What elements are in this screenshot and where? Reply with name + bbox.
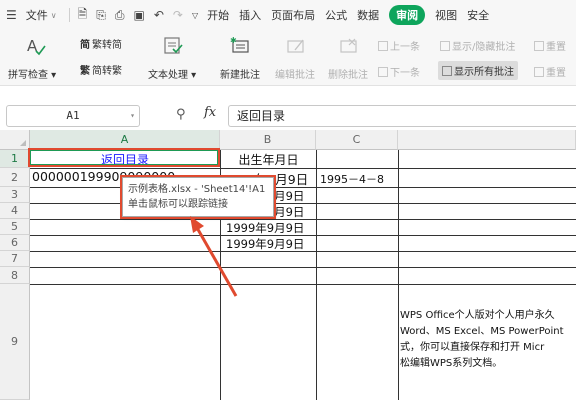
next-comment-label: 下一条 [390,68,420,79]
annotation-highlight-box [28,148,220,167]
cell-d9-line: 式，你可以直接保存和打开 Micr [400,342,545,353]
row-header-4[interactable]: 4 [0,203,30,219]
row-header-8[interactable]: 8 [0,267,30,284]
save-icon[interactable]: 🗎 [78,5,88,26]
column-header-a[interactable]: A [30,130,220,150]
text-process-label: 文本处理 [148,70,188,81]
zoom-search-icon[interactable]: ⚲ [176,107,186,122]
redo-icon[interactable]: ↷ [173,8,183,22]
cell-d9-line: WPS Office个人版对个人用户永久 [400,310,555,321]
file-menu-label: 文件 [25,9,48,22]
row-header-7[interactable]: 7 [0,251,30,267]
column-header-d[interactable] [398,130,576,150]
text-process-button[interactable]: 文本处理 ▾ [148,66,196,81]
tooltip-highlight-box [120,175,276,219]
export-icon[interactable]: ⎘ [96,8,106,23]
menu-bar: ☰ 文件 ∨ 🗎 ⎘ ⎙ ▣ ↶ ↷ ▽ 开始 插入 页面布局 公式 数据 审阅 … [0,0,576,30]
prev-comment-button[interactable]: 上一条 [378,38,420,53]
row-header-3[interactable]: 3 [0,187,30,203]
reset-button-1[interactable]: 重置 [534,38,566,53]
reset-icon [534,41,544,51]
text-process-icon[interactable] [162,36,184,56]
edit-comment-button[interactable]: 编辑批注 [275,66,315,81]
svg-text:✱: ✱ [230,36,237,45]
reset-button-2[interactable]: 重置 [534,64,566,79]
new-comment-button[interactable]: 新建批注 [220,66,260,81]
reset-label-2: 重置 [546,68,566,79]
show-hide-comment-label: 显示/隐藏批注 [452,42,516,53]
cell-d9-line: 松编辑WPS系列文档。 [400,358,503,369]
delete-comment-icon [340,38,357,53]
new-comment-icon[interactable]: ✱ [230,36,252,56]
cell-d9-line: Word、MS Excel、MS PowerPoint [400,326,564,337]
tab-page-layout[interactable]: 页面布局 [271,7,315,23]
edit-comment-icon [287,39,304,53]
spell-check-button[interactable]: 拼写检查 ▾ [8,66,56,81]
show-all-comments-label: 显示所有批注 [454,67,514,78]
row-header-1[interactable]: 1 [0,150,30,168]
delete-comment-button[interactable]: 删除批注 [328,66,368,81]
fx-icon[interactable]: fx [204,105,216,120]
spell-check-label: 拼写检查 [8,70,48,81]
print-preview-icon[interactable]: ▣ [134,8,145,22]
cell-border [316,150,317,400]
row-header-5[interactable]: 5 [0,219,30,235]
cell-b1[interactable]: 出生年月日 [221,151,316,168]
undo-icon[interactable]: ↶ [154,8,164,22]
trad-to-simp-label: 繁转简 [92,40,122,51]
formula-bar: A1 ▾ ⚲ fx 返回目录 [0,86,576,130]
ribbon-review: A 拼写检查 ▾ 简繁转简 繁简转繁 文本处理 ▾ ✱ 新建批注 编辑批注 删除… [0,30,576,86]
print-icon[interactable]: ⎙ [115,8,125,23]
trad-to-simp-button[interactable]: 简繁转简 [80,36,122,51]
simp-to-trad-label: 简转繁 [92,66,122,77]
prev-comment-icon [378,41,388,51]
name-box[interactable]: A1 ▾ [6,105,140,127]
row-header-9[interactable]: 9 [0,284,30,400]
spell-check-icon[interactable]: A [24,36,46,56]
tab-view[interactable]: 视图 [435,7,457,23]
hamburger-icon[interactable]: ☰ [6,8,17,22]
tab-security[interactable]: 安全 [467,7,489,23]
name-box-value: A1 [66,109,80,122]
reset-label-1: 重置 [546,42,566,53]
chevron-down-icon: ∨ [50,10,57,20]
show-all-comments-icon [442,66,452,76]
trad-to-simp-icon: 简 [80,40,90,51]
cell-border [30,284,576,285]
cell-d9[interactable]: WPS Office个人版对个人用户永久 Word、MS Excel、MS Po… [400,308,576,372]
show-hide-comment-button[interactable]: 显示/隐藏批注 [440,38,515,53]
prev-comment-label: 上一条 [390,42,420,53]
tab-review[interactable]: 审阅 [389,5,426,25]
tab-home[interactable]: 开始 [207,7,229,23]
cell-b6[interactable]: 1999年9月9日 [226,236,316,252]
show-hide-comment-icon [440,41,450,51]
simp-to-trad-icon: 繁 [80,66,90,77]
cell-border [30,267,576,268]
cell-b5[interactable]: 1999年9月9日 [226,220,316,236]
tab-data[interactable]: 数据 [357,7,379,23]
tab-insert[interactable]: 插入 [239,7,261,23]
cell-c2[interactable]: 1995－4－8 [320,171,398,187]
column-header-b[interactable]: B [220,130,316,150]
divider [68,8,70,22]
row-header-2[interactable]: 2 [0,168,30,187]
select-all-corner[interactable] [0,130,30,150]
reset-icon [534,67,544,77]
row-header-6[interactable]: 6 [0,235,30,251]
cell-border [398,150,399,400]
more-chevron-icon[interactable]: ▽ [192,11,198,20]
tab-formulas[interactable]: 公式 [325,7,347,23]
next-comment-button[interactable]: 下一条 [378,64,420,79]
show-all-comments-button[interactable]: 显示所有批注 [438,61,518,80]
formula-input[interactable]: 返回目录 [228,105,576,127]
simp-to-trad-button[interactable]: 繁简转繁 [80,62,122,77]
next-comment-icon [378,67,388,77]
file-menu[interactable]: 文件 ∨ [26,7,57,23]
chevron-down-icon[interactable]: ▾ [130,106,135,126]
column-header-c[interactable]: C [316,130,398,150]
